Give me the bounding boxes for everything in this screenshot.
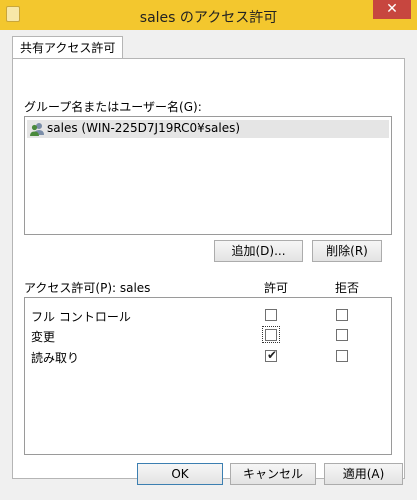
ok-button[interactable]: OK bbox=[137, 463, 223, 485]
permissions-label: アクセス許可(P): sales bbox=[24, 281, 151, 295]
tab-panel: グループ名またはユーザー名(G): sales (WIN-225D7J19RC0… bbox=[12, 58, 405, 479]
window-title: sales のアクセス許可 bbox=[139, 10, 278, 26]
deny-read-checkbox[interactable] bbox=[336, 350, 348, 362]
tab-share-permissions[interactable]: 共有アクセス許可 bbox=[12, 36, 124, 59]
add-button[interactable]: 追加(D)... bbox=[214, 240, 303, 262]
list-item-label: sales (WIN-225D7J19RC0¥sales) bbox=[47, 121, 241, 135]
deny-full-control-checkbox[interactable] bbox=[336, 309, 348, 321]
allow-column-header: 許可 bbox=[264, 281, 289, 295]
checkmark-icon: ✔ bbox=[266, 348, 278, 362]
permissions-dialog: sales のアクセス許可 ✕ 共有アクセス許可 グループ名またはユーザー名(G… bbox=[0, 0, 417, 500]
remove-button[interactable]: 削除(R) bbox=[312, 240, 382, 262]
deny-change-checkbox[interactable] bbox=[336, 329, 348, 341]
permissions-list: フル コントロール 変更 読み取り ✔ bbox=[24, 297, 392, 455]
allow-full-control-checkbox[interactable] bbox=[265, 309, 277, 321]
group-user-listbox[interactable]: sales (WIN-225D7J19RC0¥sales) bbox=[24, 116, 392, 235]
close-button[interactable]: ✕ bbox=[373, 0, 411, 19]
list-item[interactable]: sales (WIN-225D7J19RC0¥sales) bbox=[27, 120, 389, 138]
dialog-body: 共有アクセス許可 グループ名またはユーザー名(G): sales (WIN-22… bbox=[8, 30, 409, 492]
permission-label-full-control: フル コントロール bbox=[31, 310, 131, 324]
users-group-icon bbox=[30, 123, 44, 136]
deny-column-header: 拒否 bbox=[335, 281, 360, 295]
cancel-button[interactable]: キャンセル bbox=[230, 463, 316, 485]
group-list-label: グループ名またはユーザー名(G): bbox=[24, 100, 202, 114]
permission-label-change: 変更 bbox=[31, 330, 56, 344]
permission-label-read: 読み取り bbox=[31, 351, 80, 365]
apply-button[interactable]: 適用(A) bbox=[324, 463, 403, 485]
title-bar[interactable]: sales のアクセス許可 ✕ bbox=[0, 0, 417, 30]
allow-change-checkbox[interactable] bbox=[265, 329, 277, 341]
allow-read-checkbox[interactable]: ✔ bbox=[265, 348, 278, 362]
